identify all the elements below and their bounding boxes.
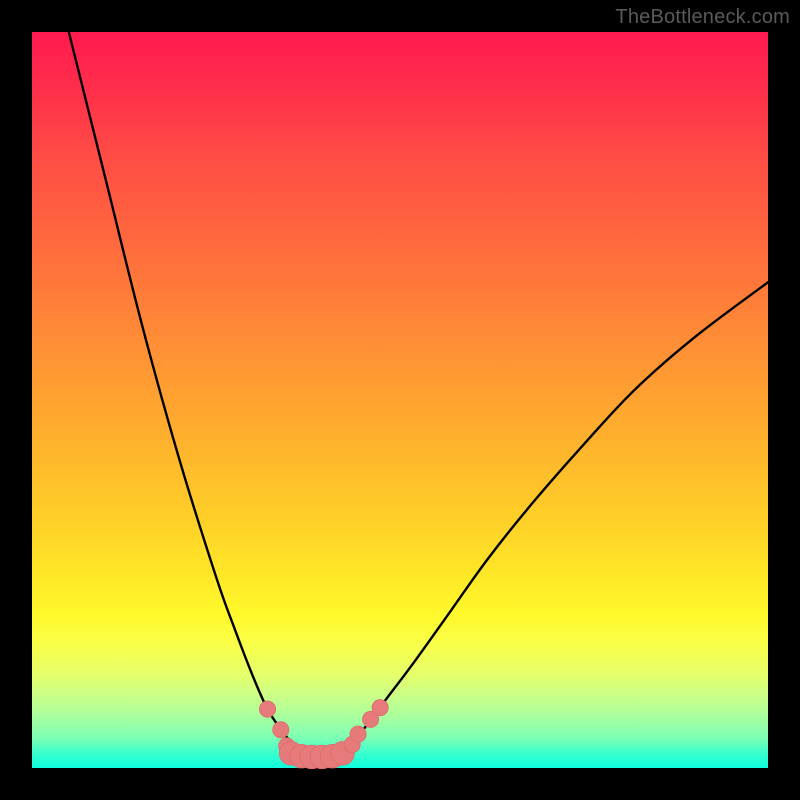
bottleneck-curve [69,32,768,757]
plot-area [32,32,768,768]
curve-marker [372,700,388,716]
chart-frame: TheBottleneck.com [0,0,800,800]
watermark-text: TheBottleneck.com [615,6,790,29]
marker-group [259,700,388,769]
curve-marker [259,701,275,717]
curve-svg [32,32,768,768]
curve-marker [350,726,366,742]
curve-marker [273,722,289,738]
